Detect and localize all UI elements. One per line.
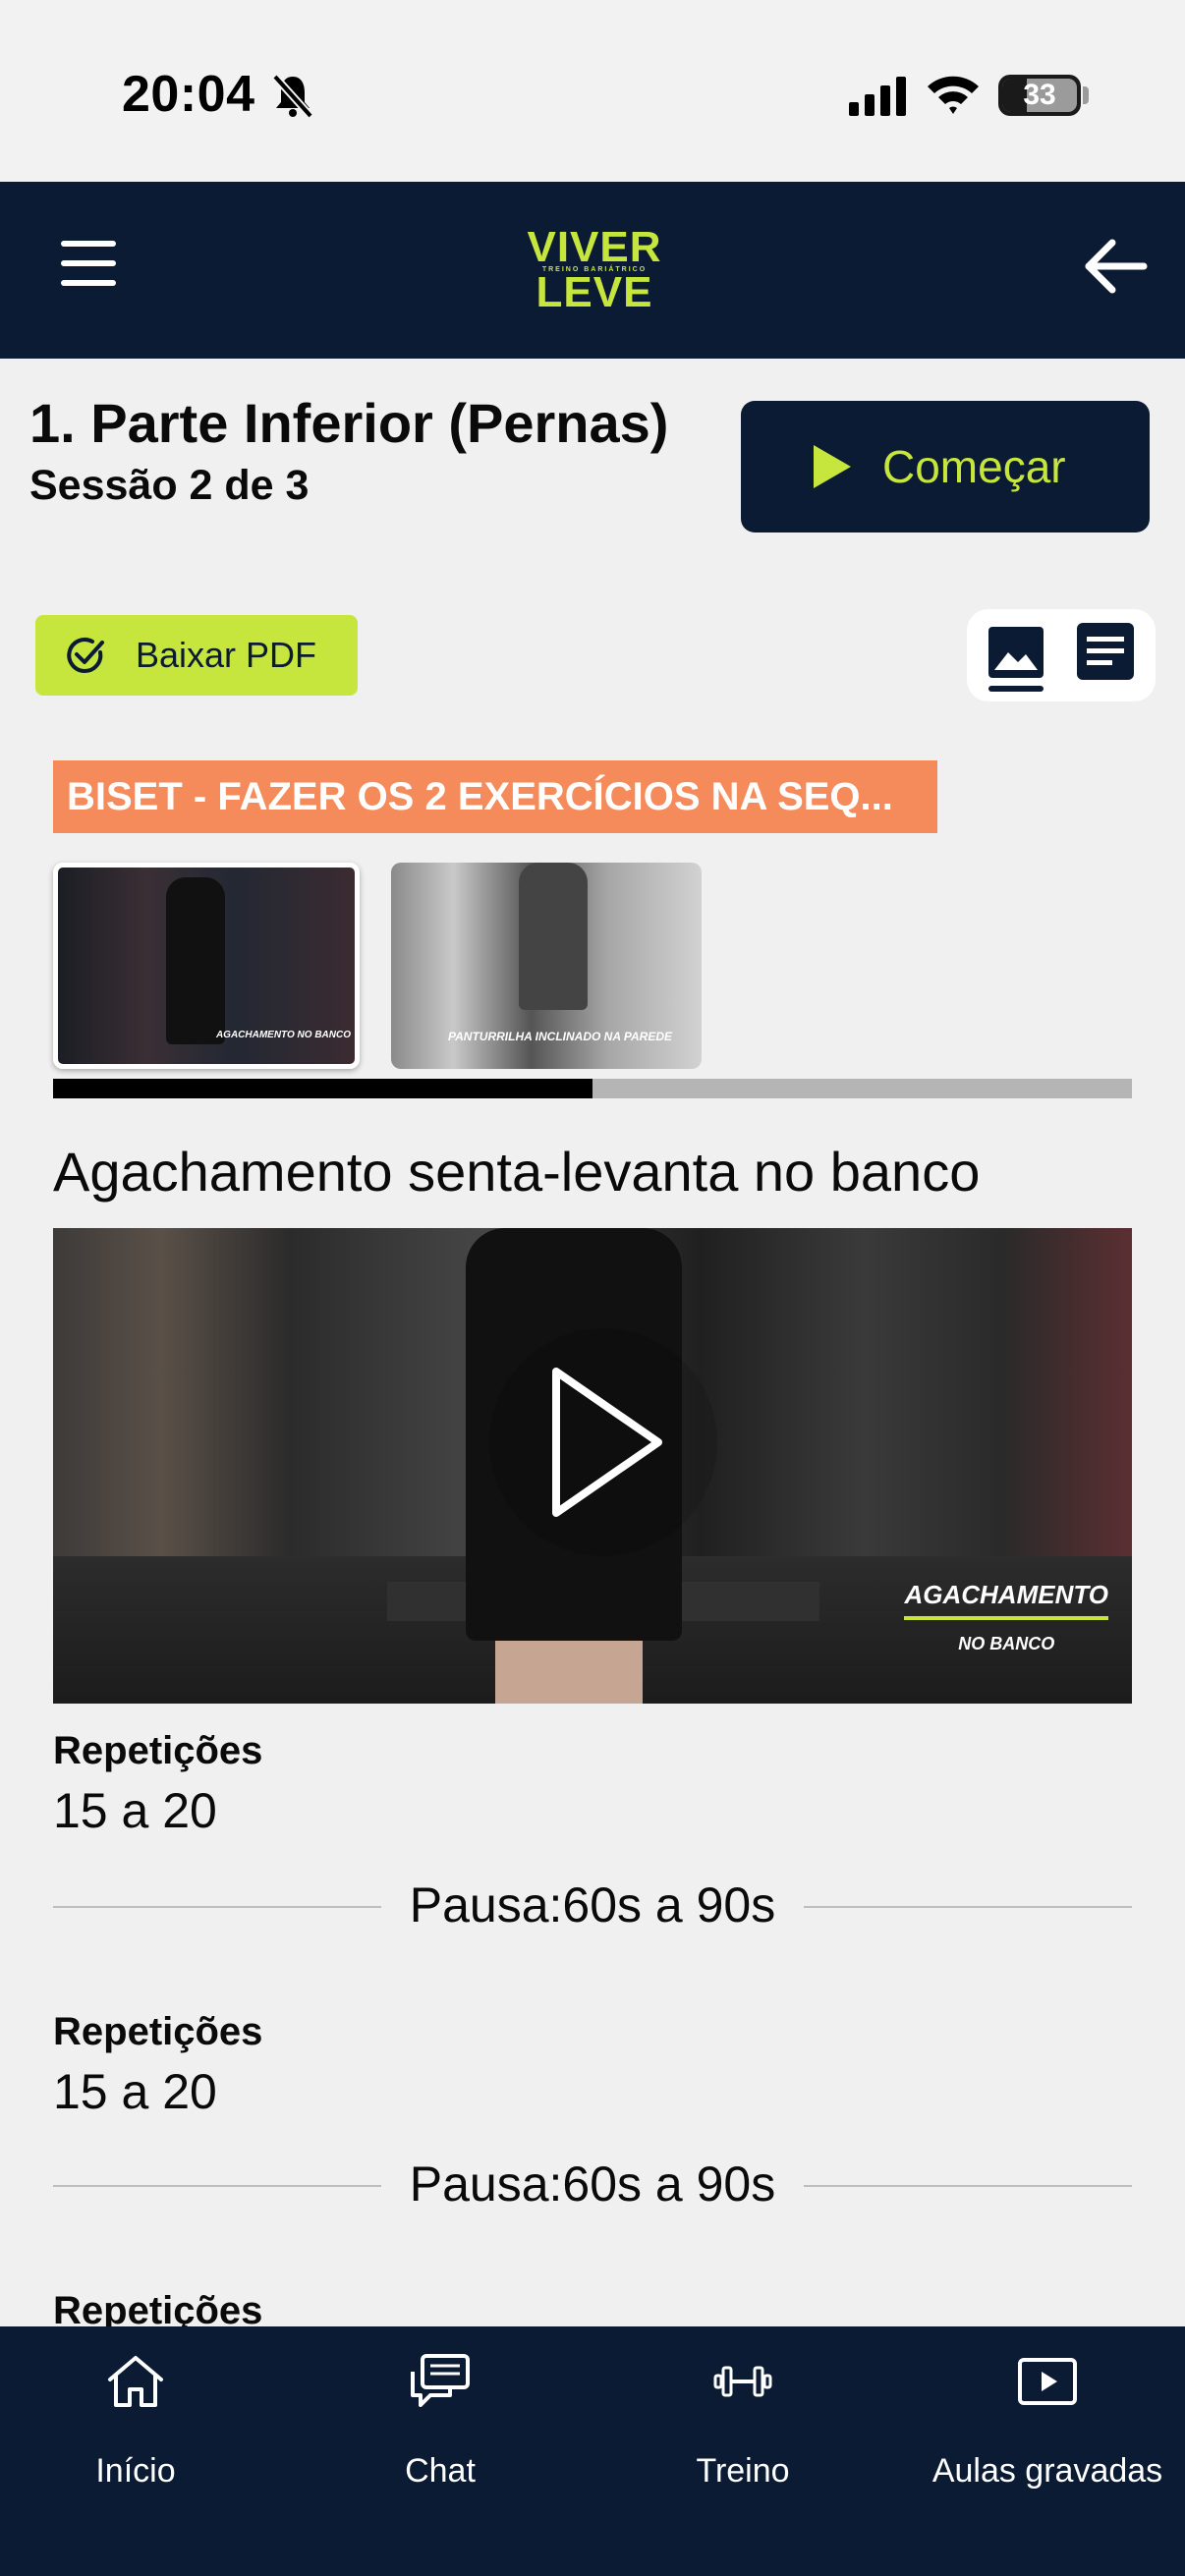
- check-circle-icon: [67, 638, 104, 673]
- set-1-pause-text: Pausa:60s a 90s: [409, 1877, 776, 1932]
- app-header: VIVER TREINO BARIÁTRICO LEVE: [0, 182, 1185, 359]
- start-button-label: Começar: [882, 441, 1066, 492]
- menu-button[interactable]: [61, 241, 116, 288]
- image-view-icon[interactable]: [988, 627, 1044, 678]
- carousel-progress-fill: [53, 1079, 592, 1098]
- battery-indicator: 33: [998, 75, 1081, 116]
- nav-label-aulas-gravadas: Aulas gravadas: [931, 2452, 1163, 2490]
- status-time: 20:04: [122, 66, 255, 123]
- video-caption-main: AGACHAMENTO: [904, 1580, 1108, 1609]
- battery-tip: [1083, 86, 1089, 104]
- back-arrow-icon[interactable]: [1081, 237, 1150, 296]
- session-subtitle: Sessão 2 de 3: [29, 462, 310, 509]
- nav-item-inicio[interactable]: Início: [0, 2326, 283, 2523]
- set-2-reps-value: 15 a 20: [53, 2064, 217, 2119]
- download-pdf-label: Baixar PDF: [136, 635, 317, 675]
- set-2-reps-label: Repetições: [53, 2010, 263, 2053]
- image-view-active-indicator: [988, 686, 1044, 692]
- bell-muted-icon: [272, 74, 313, 118]
- divider-line: [804, 1906, 1132, 1908]
- video-caption-divider: [904, 1616, 1108, 1620]
- start-button[interactable]: Começar: [741, 401, 1150, 532]
- thumbnail-figure: [519, 863, 588, 1010]
- thumbnail-figure: [166, 877, 225, 1044]
- exercise-name: Agachamento senta-levanta no banco: [53, 1141, 981, 1203]
- thumbnail-caption: AGACHAMENTO NO BANCO: [215, 1030, 351, 1040]
- hamburger-icon-line: [61, 241, 116, 247]
- download-pdf-button[interactable]: Baixar PDF: [35, 615, 358, 696]
- hamburger-icon-line: [61, 280, 116, 286]
- status-bar: 20:04 33: [0, 0, 1185, 182]
- exercise-thumbnail-2[interactable]: PANTURRILHA INCLINADO NA PAREDE: [391, 863, 702, 1069]
- dumbbell-icon: [713, 2366, 772, 2397]
- wifi-icon: [928, 76, 979, 114]
- video-caption: AGACHAMENTO NO BANCO: [904, 1580, 1108, 1656]
- divider-line: [804, 2185, 1132, 2187]
- play-icon: [814, 445, 851, 488]
- set-1-reps-value: 15 a 20: [53, 1783, 217, 1838]
- signal-icon: [849, 77, 906, 116]
- chat-icon: [411, 2354, 470, 2407]
- list-view-icon[interactable]: [1077, 623, 1134, 680]
- biset-banner: BISET - FAZER OS 2 EXERCÍCIOS NA SEQ...: [53, 760, 937, 833]
- battery-level: 33: [1023, 79, 1056, 111]
- video-caption-sub: NO BANCO: [958, 1634, 1055, 1653]
- workout-title: 1. Parte Inferior (Pernas): [29, 392, 669, 454]
- set-2-pause: Pausa:60s a 90s: [53, 2156, 1132, 2214]
- nav-label-inicio: Início: [95, 2452, 176, 2490]
- bottom-navigation: Início Chat Treino Aulas gravadas: [0, 2326, 1185, 2576]
- set-2-pause-text: Pausa:60s a 90s: [409, 2156, 776, 2212]
- video-play-icon: [1018, 2358, 1077, 2405]
- nav-label-chat: Chat: [405, 2452, 476, 2490]
- nav-label-treino: Treino: [696, 2452, 790, 2490]
- logo-text-top: VIVER: [527, 223, 662, 271]
- app-logo: VIVER TREINO BARIÁTRICO LEVE: [521, 223, 668, 316]
- set-1-pause: Pausa:60s a 90s: [53, 1876, 1132, 1935]
- carousel-progress: [53, 1079, 1132, 1098]
- hamburger-icon-line: [61, 260, 116, 266]
- nav-item-treino[interactable]: Treino: [595, 2326, 890, 2523]
- video-play-button[interactable]: [489, 1328, 717, 1556]
- view-toggle: [967, 609, 1156, 701]
- exercise-thumbnail-1[interactable]: AGACHAMENTO NO BANCO: [53, 863, 360, 1069]
- set-1-reps-label: Repetições: [53, 1729, 263, 1772]
- nav-item-chat[interactable]: Chat: [293, 2326, 588, 2523]
- nav-item-aulas-gravadas[interactable]: Aulas gravadas: [900, 2326, 1185, 2523]
- exercise-video[interactable]: AGACHAMENTO NO BANCO: [53, 1228, 1132, 1704]
- thumbnail-caption: PANTURRILHA INCLINADO NA PAREDE: [448, 1030, 672, 1043]
- play-icon: [552, 1368, 662, 1517]
- home-icon: [108, 2356, 163, 2407]
- logo-text-bottom: LEVE: [536, 268, 653, 316]
